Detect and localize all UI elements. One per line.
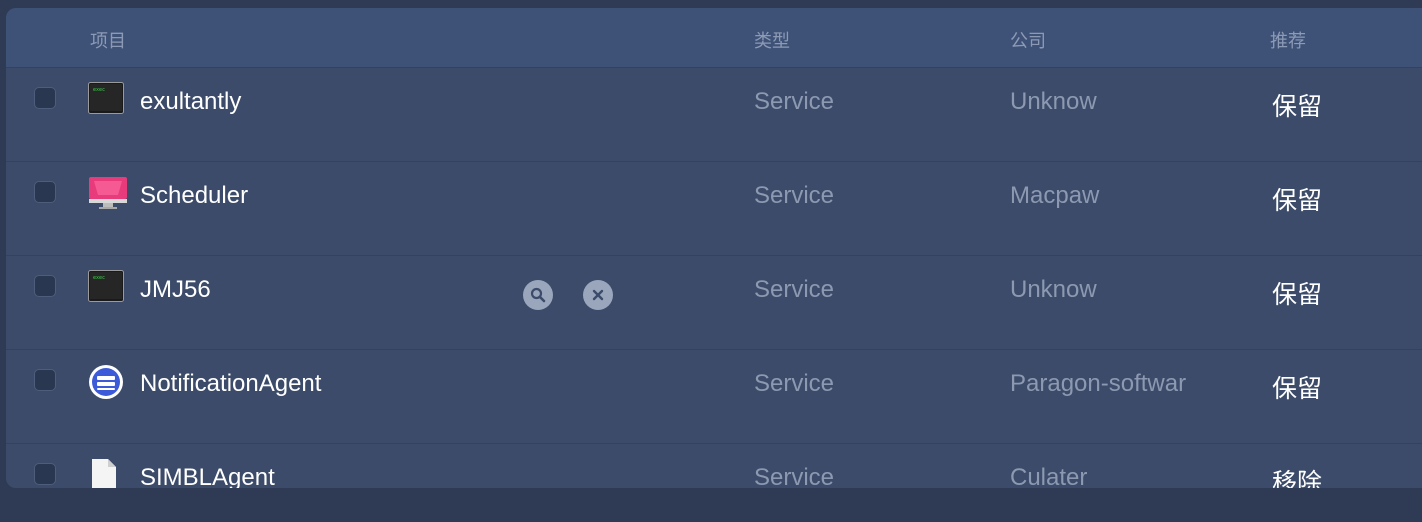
row-recommendation: 保留: [1272, 374, 1323, 403]
row-name: Scheduler: [140, 182, 249, 209]
row-type: Service: [754, 88, 835, 115]
row-checkbox[interactable]: [34, 87, 56, 109]
table-row[interactable]: exec exultantly Service Unknow 保留: [6, 68, 1422, 162]
reveal-in-finder-button[interactable]: [523, 280, 553, 310]
paragon-icon: [88, 364, 124, 399]
row-checkbox[interactable]: [34, 181, 56, 203]
row-checkbox[interactable]: [34, 463, 56, 485]
row-company: Culater: [1010, 464, 1088, 488]
row-recommendation: 保留: [1272, 92, 1323, 121]
row-type: Service: [754, 370, 835, 397]
row-recommendation: 保留: [1272, 186, 1323, 215]
row-company: Unknow: [1010, 88, 1097, 115]
row-recommendation: 保留: [1272, 280, 1323, 309]
column-header-type[interactable]: 类型: [754, 27, 790, 53]
column-header-recommend[interactable]: 推荐: [1270, 27, 1306, 53]
row-company: Unknow: [1010, 276, 1097, 303]
svg-text:exec: exec: [93, 275, 105, 281]
table-row[interactable]: NotificationAgent Service Paragon-softwa…: [6, 350, 1422, 444]
document-icon: [88, 458, 124, 488]
window-footer: [0, 488, 1422, 522]
row-name: NotificationAgent: [140, 370, 322, 397]
row-type: Service: [754, 182, 835, 209]
row-name: SIMBLAgent: [140, 464, 275, 488]
row-checkbox[interactable]: [34, 275, 56, 297]
table-header: 项目 类型 公司 推荐: [6, 8, 1422, 68]
cleanmymac-icon: [88, 176, 127, 210]
row-company: Macpaw: [1010, 182, 1100, 209]
row-type: Service: [754, 276, 835, 303]
svg-text:exec: exec: [93, 87, 105, 93]
column-header-item[interactable]: 项目: [90, 27, 126, 53]
row-name: JMJ56: [140, 276, 211, 303]
terminal-icon: exec: [88, 82, 124, 116]
terminal-icon: exec: [88, 270, 124, 304]
close-icon: [592, 289, 604, 301]
items-table: 项目 类型 公司 推荐 exec exultantly Service Unkn…: [6, 8, 1422, 488]
row-company: Paragon-softwar: [1010, 370, 1187, 397]
magnifier-icon: [530, 287, 546, 303]
table-row[interactable]: SIMBLAgent Service Culater 移除: [6, 444, 1422, 488]
column-header-company[interactable]: 公司: [1010, 27, 1046, 53]
row-checkbox[interactable]: [34, 369, 56, 391]
row-type: Service: [754, 464, 835, 488]
remove-item-button[interactable]: [583, 280, 613, 310]
row-recommendation: 移除: [1272, 468, 1323, 488]
table-row[interactable]: exec JMJ56 Service Unknow 保留: [6, 256, 1422, 350]
row-name: exultantly: [140, 88, 242, 115]
table-row[interactable]: Scheduler Service Macpaw 保留: [6, 162, 1422, 256]
